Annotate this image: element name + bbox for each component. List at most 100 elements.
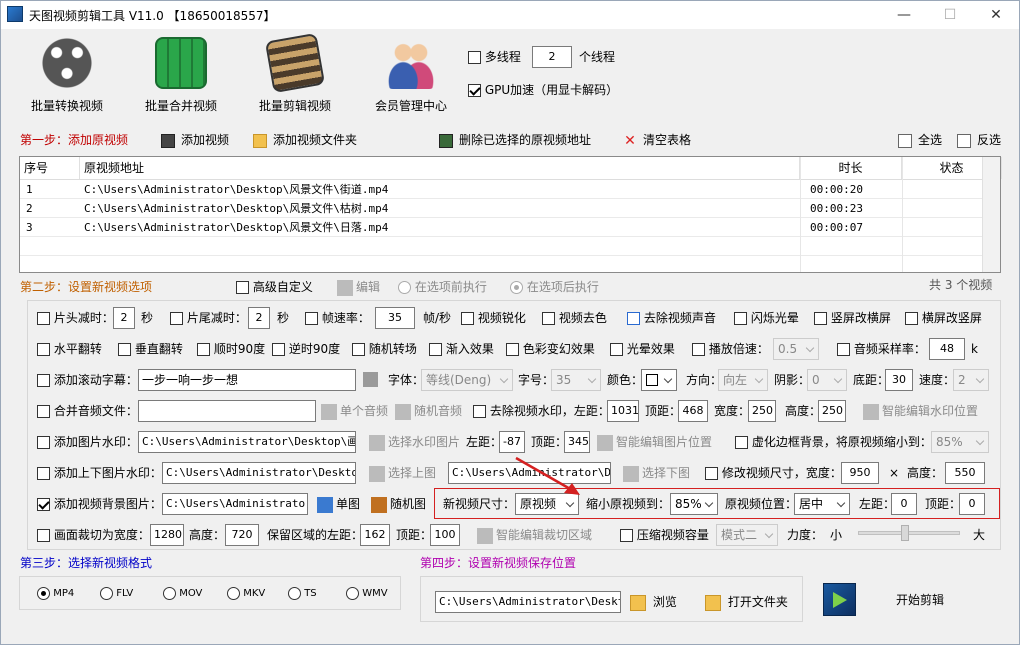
remove-watermark-checkbox[interactable]: [473, 405, 486, 418]
single-image-button[interactable]: 单图: [317, 494, 360, 514]
resize-width-input[interactable]: 950: [841, 462, 879, 484]
multithread-checkbox[interactable]: [468, 51, 481, 64]
audio-path-input[interactable]: [138, 400, 316, 422]
decolor-checkbox[interactable]: [542, 312, 555, 325]
resize-checkbox[interactable]: [705, 467, 718, 480]
force-slider-thumb[interactable]: [901, 525, 909, 541]
keep-left-input[interactable]: 162: [360, 524, 390, 546]
fps-option[interactable]: 帧速率：: [305, 308, 370, 328]
invert-select-button[interactable]: 反选: [957, 130, 1001, 150]
shrink-select[interactable]: 85%: [670, 493, 718, 515]
hflip-checkbox[interactable]: [37, 343, 50, 356]
rot90-checkbox[interactable]: [197, 343, 210, 356]
top-image-path-input[interactable]: C:\Users\Administrator\Desktop\A: [162, 462, 356, 484]
remove-audio-option[interactable]: 去除视频声音: [627, 308, 716, 328]
smart-watermark-button[interactable]: 智能编辑水印位置: [863, 401, 978, 421]
merge-audio-checkbox[interactable]: [37, 405, 50, 418]
browse-button[interactable]: 浏览: [630, 592, 677, 612]
random-audio-button[interactable]: 随机音频: [395, 401, 462, 421]
light-fx-option[interactable]: 光晕效果: [610, 339, 675, 359]
merge-audio-option[interactable]: 合并音频文件：: [37, 401, 138, 421]
position-select[interactable]: 居中: [794, 493, 850, 515]
keep-top-input[interactable]: 100: [430, 524, 460, 546]
member-center-button[interactable]: 会员管理中心: [361, 31, 461, 141]
compress-option[interactable]: 压缩视频容量: [620, 525, 709, 545]
shadow-select[interactable]: 0: [807, 369, 847, 391]
img-left-input[interactable]: -87: [499, 431, 525, 453]
format-mkv-option[interactable]: MKV: [227, 584, 265, 604]
batch-convert-button[interactable]: 批量转换视频: [17, 31, 117, 141]
close-button[interactable]: ✕: [973, 1, 1019, 29]
random-transition-option[interactable]: 随机转场: [352, 339, 417, 359]
choose-bottom-button[interactable]: 选择下图: [623, 463, 690, 483]
remove-watermark-option[interactable]: 去除视频水印，左距：: [473, 401, 610, 421]
format-mov-radio[interactable]: [163, 586, 176, 600]
col-duration-header[interactable]: 时长: [800, 157, 902, 179]
bg-top-input[interactable]: 0: [959, 493, 985, 515]
v2h-checkbox[interactable]: [814, 312, 827, 325]
fps-input[interactable]: 35: [375, 307, 415, 329]
sample-rate-option[interactable]: 音频采样率：: [837, 339, 926, 359]
format-flv-radio[interactable]: [100, 586, 113, 600]
delete-selected-button[interactable]: 删除已选择的原视频地址: [439, 130, 591, 150]
h2v-checkbox[interactable]: [905, 312, 918, 325]
start-cut-button[interactable]: 开始剪辑: [896, 590, 944, 610]
select-all-button[interactable]: 全选: [898, 130, 942, 150]
resize-height-input[interactable]: 550: [945, 462, 985, 484]
resize-option[interactable]: 修改视频尺寸，宽度：: [705, 463, 842, 483]
crop-checkbox[interactable]: [37, 529, 50, 542]
tail-cut-input[interactable]: 2: [248, 307, 270, 329]
head-cut-input[interactable]: 2: [113, 307, 135, 329]
blur-bg-checkbox[interactable]: [735, 436, 748, 449]
flash-option[interactable]: 闪烁光晕: [734, 308, 799, 328]
flash-checkbox[interactable]: [734, 312, 747, 325]
compress-mode-select[interactable]: 模式二: [716, 524, 778, 546]
head-cut-option[interactable]: 片头减时：: [37, 308, 114, 328]
save-path-input[interactable]: C:\Users\Administrator\Desktop\: [435, 591, 621, 613]
image-watermark-checkbox[interactable]: [37, 436, 50, 449]
speed-checkbox[interactable]: [692, 343, 705, 356]
run-before-radio[interactable]: [398, 281, 411, 294]
wm-top-input[interactable]: 468: [678, 400, 708, 422]
remove-audio-checkbox[interactable]: [627, 312, 640, 325]
speed-option[interactable]: 播放倍速：: [692, 339, 769, 359]
batch-cut-button[interactable]: 批量剪辑视频: [245, 31, 345, 141]
format-wmv-radio[interactable]: [346, 586, 359, 600]
format-ts-radio[interactable]: [288, 586, 301, 600]
choose-top-button[interactable]: 选择上图: [369, 463, 436, 483]
add-folder-button[interactable]: 添加视频文件夹: [253, 130, 357, 150]
fade-in-option[interactable]: 渐入效果: [429, 339, 494, 359]
decolor-option[interactable]: 视频去色: [542, 308, 607, 328]
smart-crop-button[interactable]: 智能编辑裁切区域: [477, 525, 592, 545]
multithread-option[interactable]: 多线程: [468, 47, 521, 67]
table-row[interactable]: 3 C:\Users\Administrator\Desktop\风景文件\日落…: [20, 218, 1000, 237]
background-path-input[interactable]: C:\Users\Administrator\Desktop\D: [162, 493, 308, 515]
clear-table-button[interactable]: ✕ 清空表格: [623, 130, 691, 150]
font-settings-icon[interactable]: [363, 372, 378, 387]
color-fx-checkbox[interactable]: [506, 343, 519, 356]
size-select[interactable]: 35: [551, 369, 601, 391]
bottom-input[interactable]: 30: [885, 369, 913, 391]
sharpen-checkbox[interactable]: [461, 312, 474, 325]
watermark-path-input[interactable]: C:\Users\Administrator\Desktop\画中画: [138, 431, 356, 453]
video-table[interactable]: 序号 原视频地址 时长 状态 1 C:\Users\Administrator\…: [19, 156, 1002, 273]
img-top-input[interactable]: 345: [564, 431, 590, 453]
top-bottom-watermark-checkbox[interactable]: [37, 467, 50, 480]
format-mkv-radio[interactable]: [227, 586, 240, 600]
maximize-button[interactable]: ☐: [927, 1, 973, 29]
light-fx-checkbox[interactable]: [610, 343, 623, 356]
batch-merge-button[interactable]: 批量合并视频: [131, 31, 231, 141]
format-flv-option[interactable]: FLV: [100, 584, 133, 604]
format-wmv-option[interactable]: WMV: [346, 584, 388, 604]
format-mov-option[interactable]: MOV: [163, 584, 202, 604]
crop-option[interactable]: 画面裁切为宽度：: [37, 525, 150, 545]
choose-watermark-button[interactable]: 选择水印图片: [369, 432, 460, 452]
run-after-option[interactable]: 在选项后执行: [510, 277, 599, 297]
scroll-subtitle-checkbox[interactable]: [37, 374, 50, 387]
sample-rate-checkbox[interactable]: [837, 343, 850, 356]
single-audio-button[interactable]: 单个音频: [321, 401, 388, 421]
background-image-checkbox[interactable]: [37, 498, 50, 511]
table-scrollbar[interactable]: [982, 157, 1000, 272]
font-select[interactable]: 等线(Deng): [421, 369, 513, 391]
subtitle-text-input[interactable]: 一步一响一步一想: [138, 369, 356, 391]
